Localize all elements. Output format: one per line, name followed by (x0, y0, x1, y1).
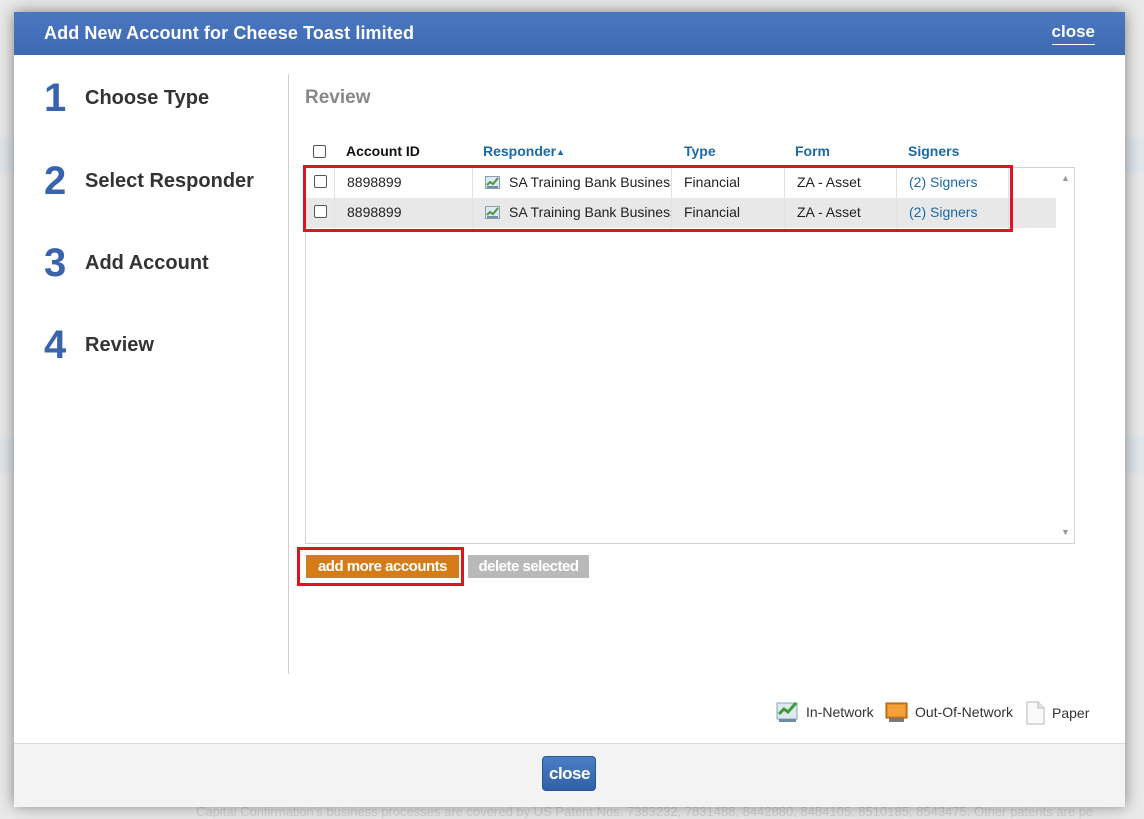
legend-paper: Paper (1024, 701, 1089, 725)
cell-responder: SA Training Bank Business (473, 198, 672, 228)
signers-link[interactable]: (2) Signers (897, 198, 1009, 228)
cell-account-id: 8898899 (335, 168, 473, 198)
step-label: Add Account (85, 252, 209, 274)
close-button[interactable]: close (542, 756, 596, 791)
column-form[interactable]: Form (795, 143, 830, 159)
row-checkbox-cell (306, 198, 335, 228)
modal-footer: close (14, 743, 1125, 807)
review-title: Review (305, 87, 371, 108)
cell-form: ZA - Asset (785, 198, 897, 228)
scroll-up-icon[interactable]: ▲ (1057, 170, 1074, 187)
cell-responder: SA Training Bank Business (473, 168, 672, 198)
cell-account-id: 8898899 (335, 198, 473, 228)
in-network-icon (485, 206, 500, 219)
responder-name: SA Training Bank Business (509, 204, 672, 220)
column-type[interactable]: Type (684, 143, 716, 159)
delete-selected-button[interactable]: delete selected (468, 555, 589, 578)
step-review: 4 Review (44, 323, 154, 368)
cell-type: Financial (672, 198, 785, 228)
accounts-grid-header: Account ID Responder▲ Type Form Signers (304, 140, 1074, 166)
row-checkbox[interactable] (314, 175, 327, 188)
step-choose-type: 1 Choose Type (44, 76, 209, 121)
steps-divider (288, 74, 289, 674)
modal-title: Add New Account for Cheese Toast limited (44, 23, 415, 43)
sort-ascending-icon: ▲ (556, 147, 566, 157)
column-signers[interactable]: Signers (908, 143, 959, 159)
scroll-down-icon[interactable]: ▼ (1057, 524, 1074, 541)
step-label: Select Responder (85, 170, 254, 192)
accounts-grid: 8898899 SA Training Bank Business Financ… (305, 167, 1075, 544)
table-row: 8898899 SA Training Bank Business Financ… (306, 168, 1056, 198)
column-account-id[interactable]: Account ID (346, 143, 420, 159)
signers-link[interactable]: (2) Signers (897, 168, 1009, 198)
row-checkbox-cell (306, 168, 335, 198)
legend-label: In-Network (806, 704, 874, 720)
step-label: Choose Type (85, 87, 210, 109)
legend-in-network: In-Network (776, 701, 874, 723)
step-number: 1 (44, 76, 67, 120)
add-account-modal: Add New Account for Cheese Toast limited… (14, 12, 1125, 807)
step-number: 3 (44, 241, 67, 285)
step-add-account: 3 Add Account (44, 241, 209, 286)
in-network-icon (485, 176, 500, 189)
legend-label: Out-Of-Network (915, 704, 1014, 720)
in-network-icon (776, 702, 798, 722)
modal-header: Add New Account for Cheese Toast limited… (14, 12, 1125, 55)
step-number: 4 (44, 323, 67, 367)
cell-form: ZA - Asset (785, 168, 897, 198)
out-of-network-icon (885, 702, 908, 722)
grid-scrollbar[interactable]: ▲ ▼ (1057, 168, 1074, 543)
row-checkbox[interactable] (314, 205, 327, 218)
header-close-link[interactable]: close (1051, 22, 1095, 45)
paper-icon (1026, 701, 1045, 725)
legend-out-of-network: Out-Of-Network (885, 701, 1013, 723)
table-row: 8898899 SA Training Bank Business Financ… (306, 198, 1056, 228)
add-more-accounts-button[interactable]: add more accounts (306, 555, 459, 578)
cell-type: Financial (672, 168, 785, 198)
column-responder-label: Responder (483, 143, 557, 159)
step-number: 2 (44, 159, 67, 203)
select-all-checkbox[interactable] (313, 145, 326, 158)
step-label: Review (85, 334, 154, 356)
step-select-responder: 2 Select Responder (44, 159, 254, 204)
responder-name: SA Training Bank Business (509, 174, 672, 190)
column-responder[interactable]: Responder▲ (483, 143, 565, 159)
legend-label: Paper (1052, 705, 1090, 721)
